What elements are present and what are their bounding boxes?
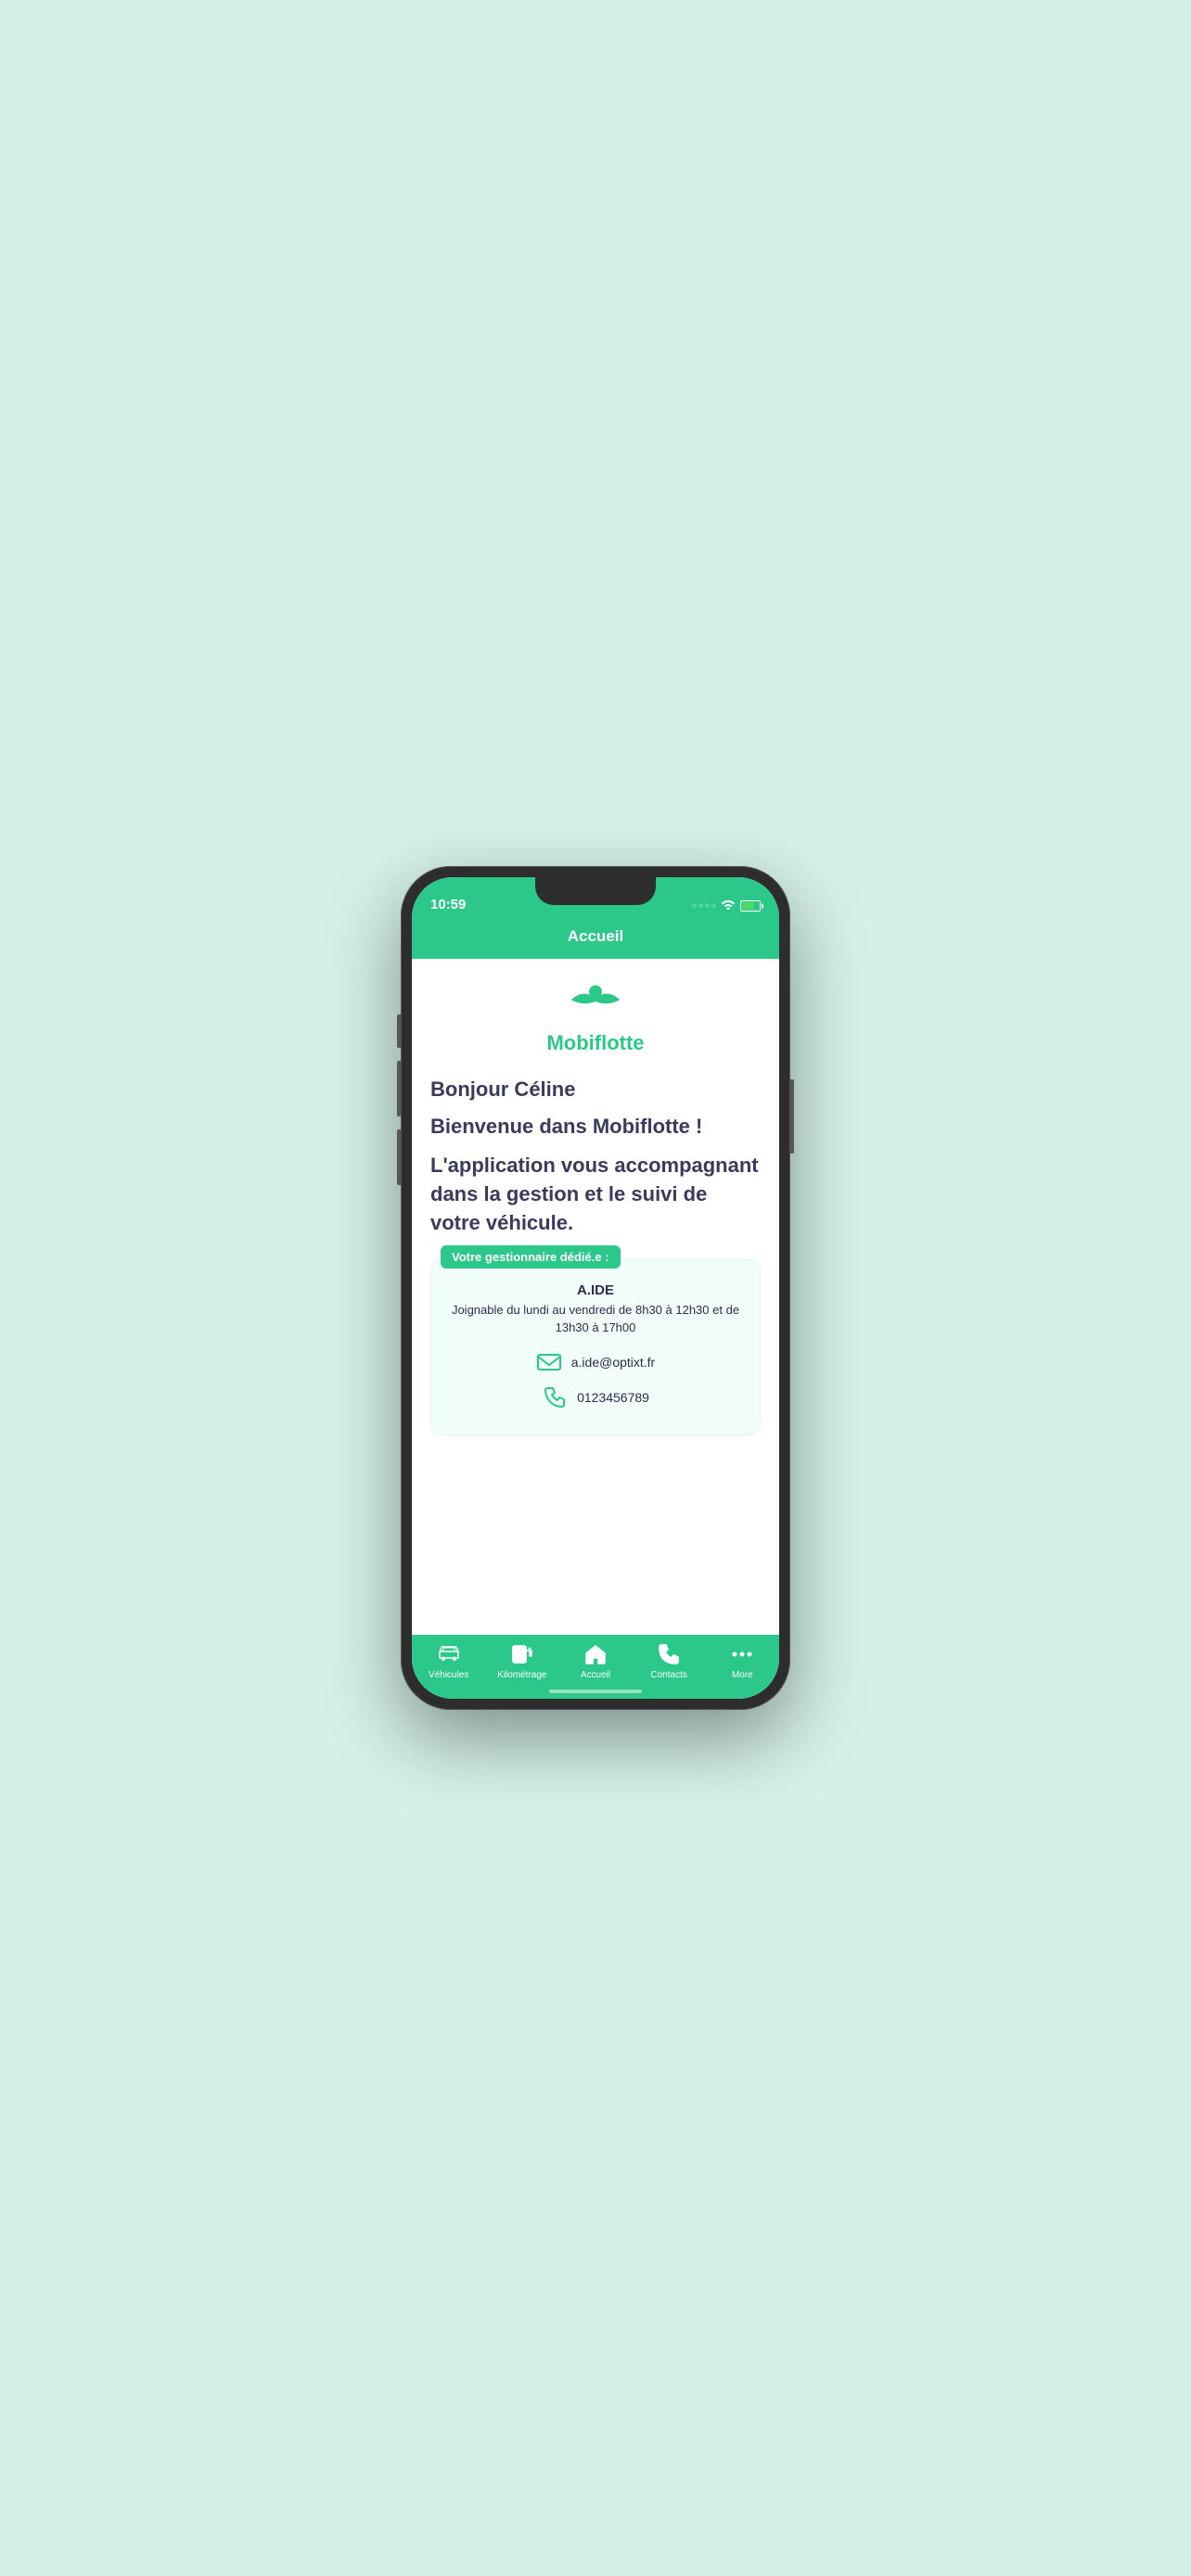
tab-contacts-label: Contacts (650, 1670, 686, 1680)
home-icon (583, 1642, 608, 1666)
mobiflotte-logo-icon (563, 981, 628, 1027)
side-button-vol-down (397, 1129, 401, 1185)
home-indicator (549, 1690, 642, 1693)
side-button-mute (397, 1014, 401, 1048)
email-text: a.ide@optixt.fr (571, 1355, 655, 1370)
side-button-vol-up (397, 1061, 401, 1116)
tab-accueil-label: Accueil (581, 1670, 610, 1680)
logo-container: Mobiflotte (430, 981, 761, 1055)
side-button-power (790, 1079, 794, 1154)
more-icon (730, 1642, 754, 1666)
notch (535, 877, 656, 905)
description-text: L'application vous accompagnant dans la … (430, 1152, 761, 1237)
email-icon (536, 1349, 562, 1375)
manager-badge: Votre gestionnaire dédié.e : (441, 1245, 621, 1269)
tab-kilometrage-label: Kilométrage (497, 1670, 546, 1680)
tab-more-label: More (732, 1670, 753, 1680)
tab-contacts[interactable]: Contacts (641, 1642, 697, 1680)
tab-vehicules[interactable]: Véhicules (421, 1642, 477, 1680)
manager-card: Votre gestionnaire dédié.e : A.IDE Joign… (430, 1259, 761, 1435)
battery-icon (740, 900, 761, 912)
phone-screen: 10:59 Accueil (412, 877, 779, 1699)
phone-icon (542, 1384, 568, 1410)
tab-accueil[interactable]: Accueil (568, 1642, 623, 1680)
logo-text: Mobiflotte (546, 1031, 644, 1055)
wifi-icon (721, 899, 736, 912)
tab-kilometrage[interactable]: Kilométrage (494, 1642, 550, 1680)
main-content: Mobiflotte Bonjour Céline Bienvenue dans… (412, 959, 779, 1635)
status-icons (692, 899, 761, 912)
signal-icon (692, 903, 716, 908)
phone-row[interactable]: 0123456789 (446, 1384, 745, 1410)
nav-header: Accueil (412, 918, 779, 959)
manager-name: A.IDE (446, 1282, 745, 1298)
tab-vehicules-label: Véhicules (429, 1670, 468, 1680)
manager-hours: Joignable du lundi au vendredi de 8h30 à… (446, 1302, 745, 1335)
greeting-text: Bonjour Céline (430, 1078, 761, 1102)
welcome-text: Bienvenue dans Mobiflotte ! (430, 1115, 761, 1139)
phone-text: 0123456789 (577, 1390, 649, 1405)
contacts-phone-icon (657, 1642, 681, 1666)
status-time: 10:59 (430, 897, 466, 912)
phone-frame: 10:59 Accueil (401, 866, 790, 1710)
fuel-icon (510, 1642, 534, 1666)
nav-title: Accueil (568, 927, 623, 945)
tab-more[interactable]: More (714, 1642, 770, 1680)
email-row[interactable]: a.ide@optixt.fr (446, 1349, 745, 1375)
car-icon (437, 1642, 461, 1666)
